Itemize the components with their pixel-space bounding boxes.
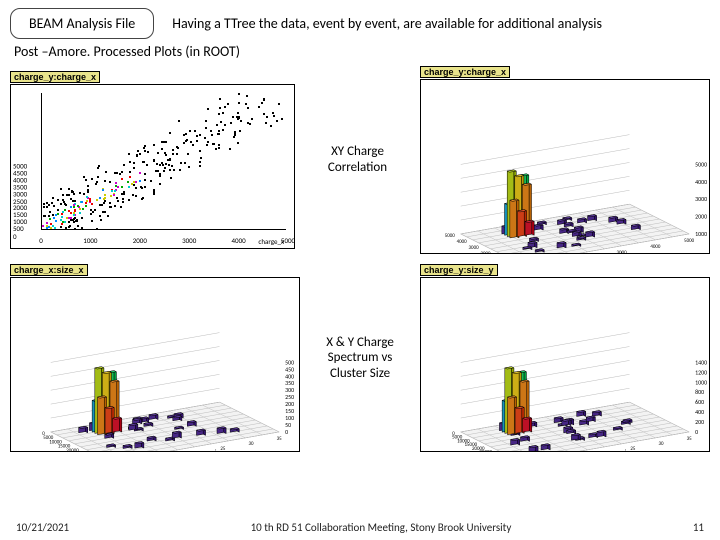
svg-text:5000: 5000	[684, 238, 695, 244]
svg-text:4000: 4000	[457, 239, 468, 245]
svg-text:400: 400	[695, 408, 704, 416]
svg-text:size_y: size_y	[622, 447, 640, 452]
plot-3d-xy-charge: 5000400030002000100001000200030004000500…	[420, 79, 710, 254]
svg-text:2000: 2000	[695, 213, 707, 221]
footer-date: 10/21/2021	[16, 521, 69, 534]
svg-text:4000: 4000	[695, 178, 707, 186]
plot-title: charge_y:charge_x	[420, 66, 510, 78]
plot-3d-chargey-sizey: 1400120010008006004002000510152025303505…	[420, 277, 710, 452]
svg-text:30: 30	[248, 441, 254, 447]
svg-text:5000: 5000	[695, 160, 707, 168]
svg-text:5000: 5000	[445, 233, 456, 239]
svg-text:25000: 25000	[479, 450, 492, 452]
svg-text:1400: 1400	[695, 358, 707, 366]
plot-3d-wrap: charge_y:size_y 140012001000800600400200…	[420, 264, 710, 452]
svg-text:1200: 1200	[695, 368, 707, 376]
plot-3d-chargex-sizex: 5004504003503002502001501005005101520253…	[10, 277, 300, 452]
svg-text:charge_x: charge_x	[618, 249, 643, 254]
svg-text:20: 20	[602, 451, 608, 452]
svg-text:600: 600	[695, 398, 704, 406]
plot-3d-wrap: charge_x:size_x 500450400350300250200150…	[10, 264, 300, 452]
svg-text:1000: 1000	[695, 378, 707, 386]
svg-text:0: 0	[285, 428, 288, 436]
row-2: charge_x:size_x 500450400350300250200150…	[0, 264, 720, 452]
caption-xy: XY Charge Correlation	[310, 144, 405, 175]
footer-page: 11	[693, 521, 704, 534]
header: BEAM Analysis File Having a TTree the da…	[0, 0, 720, 41]
row-1: charge_y:charge_x charge_x 5000450040003…	[0, 66, 720, 254]
svg-text:35: 35	[687, 436, 693, 442]
footer-center: 10 th RD 51 Collaboration Meeting, Stony…	[69, 521, 693, 534]
plot-2d-wrap: charge_y:charge_x charge_x 5000450040003…	[10, 71, 295, 249]
subtitle: Post –Amore. Processed Plots (in ROOT)	[0, 41, 720, 64]
plot-3d-wrap: charge_y:charge_x 5000400030002000100001…	[420, 66, 710, 254]
svg-text:charge_y: charge_y	[446, 451, 472, 452]
title-pill: BEAM Analysis File	[10, 8, 154, 39]
svg-text:1000: 1000	[695, 230, 707, 238]
svg-text:30: 30	[658, 441, 664, 447]
plot-title: charge_y:charge_x	[10, 71, 100, 83]
svg-text:4000: 4000	[650, 244, 661, 250]
svg-text:20000: 20000	[66, 448, 79, 452]
svg-text:2000: 2000	[480, 251, 491, 254]
plot-title: charge_y:size_y	[420, 264, 498, 276]
svg-text:0: 0	[695, 428, 698, 436]
svg-text:3000: 3000	[695, 195, 707, 203]
footer: 10/21/2021 10 th RD 51 Collaboration Mee…	[0, 521, 720, 534]
svg-text:20: 20	[192, 451, 198, 452]
plot-2d-xy-charge: charge_x 5000450040003500300025002000150…	[10, 84, 295, 249]
svg-text:3000: 3000	[469, 245, 480, 251]
svg-text:charge_y: charge_y	[446, 253, 472, 254]
svg-text:35: 35	[277, 436, 283, 442]
svg-text:200: 200	[695, 418, 704, 426]
svg-text:800: 800	[695, 388, 704, 396]
caption-spectrum: X & Y Charge Spectrum vs Cluster Size	[313, 335, 408, 382]
svg-text:charge_x: charge_x	[36, 451, 61, 452]
svg-text:size_x: size_x	[212, 447, 229, 452]
header-desc: Having a TTree the data, event by event,…	[172, 15, 602, 33]
